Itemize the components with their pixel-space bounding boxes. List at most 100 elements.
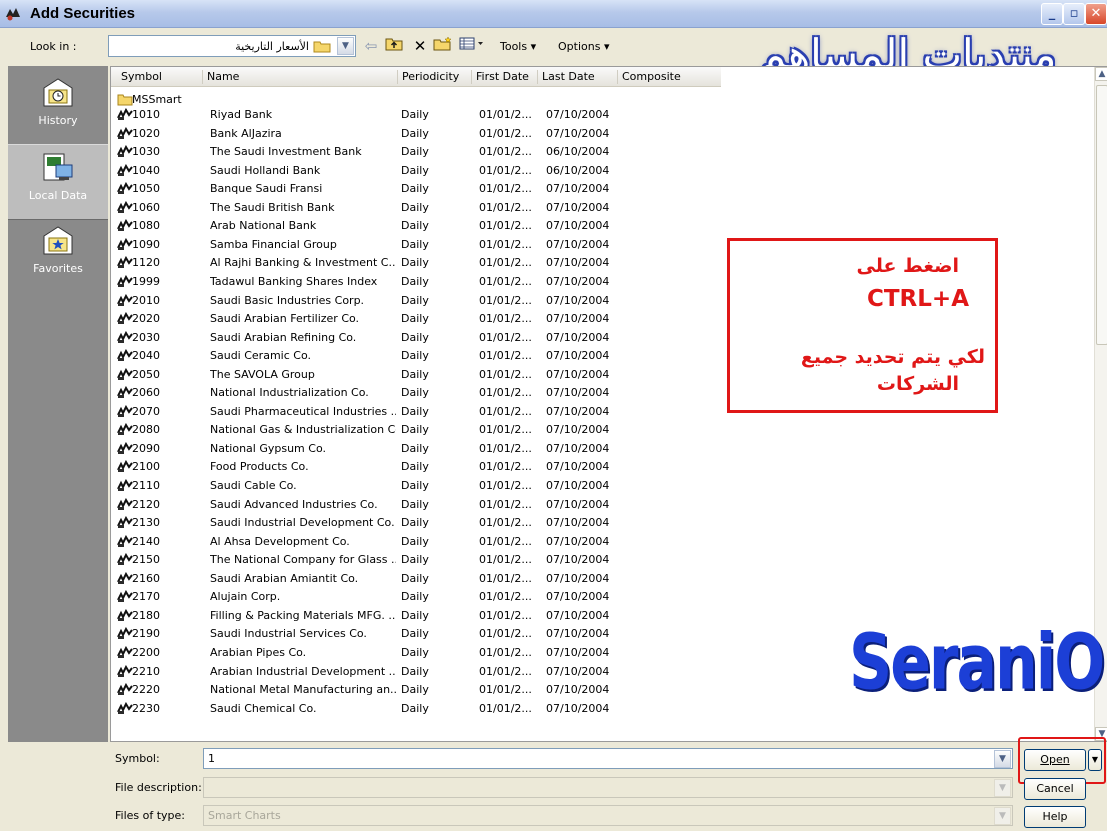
table-row[interactable]: 1999 Tadawul Banking Shares Index Daily 01/… [111, 274, 721, 289]
tools-menu[interactable]: Tools ▾ [500, 40, 536, 53]
table-row[interactable]: 2200 Arabian Pipes Co. Daily 01/01/2... 07/1… [111, 645, 721, 660]
favorites-icon [43, 226, 73, 255]
table-row[interactable]: 2180 Filling & Packing Materials MFG. ...… [111, 608, 721, 623]
table-row[interactable]: 2030 Saudi Arabian Refining Co. Daily 01/01… [111, 330, 721, 345]
table-row[interactable]: 2070 Saudi Pharmaceutical Industries ... D… [111, 404, 721, 419]
table-row[interactable]: 2110 Saudi Cable Co. Daily 01/01/2... 07/10/… [111, 478, 721, 493]
table-row[interactable]: 1030 The Saudi Investment Bank Daily 01/01/… [111, 144, 721, 159]
cell-symbol: 1030 [132, 145, 160, 159]
maximize-button[interactable]: ▫ [1063, 3, 1085, 25]
instruction-callout: اضغط على CTRL+A لكي يتم تحديد جميع الشرك… [727, 238, 998, 413]
table-row[interactable]: 2050 The SAVOLA Group Daily 01/01/2... 07/10… [111, 367, 721, 382]
col-symbol[interactable]: Symbol [111, 70, 203, 84]
symbol-input[interactable]: 1 ▼ [203, 748, 1013, 769]
table-row[interactable]: 2170 Alujain Corp. Daily 01/01/2... 07/10/20… [111, 589, 721, 604]
chevron-down-icon[interactable]: ▼ [337, 37, 354, 55]
help-button[interactable]: Help [1024, 806, 1086, 828]
table-row[interactable]: 2100 Food Products Co. Daily 01/01/2... 07/1… [111, 459, 721, 474]
col-composite[interactable]: Composite [618, 70, 721, 84]
options-menu[interactable]: Options ▾ [558, 40, 609, 53]
table-row[interactable]: 2090 National Gypsum Co. Daily 01/01/2... 07… [111, 441, 721, 456]
cell-name: The Saudi Investment Bank [210, 145, 362, 159]
col-name[interactable]: Name [203, 70, 398, 84]
cell-last: 07/10/2004 [546, 441, 610, 455]
app-icon [6, 8, 20, 21]
cell-last: 07/10/2004 [546, 683, 610, 697]
table-row[interactable]: 2140 Al Ahsa Development Co. Daily 01/01/2.… [111, 534, 721, 549]
cell-periodicity: Daily [401, 497, 429, 511]
table-row[interactable]: 1080 Arab National Bank Daily 01/01/2... 07/… [111, 218, 721, 233]
cell-first: 01/01/2... [479, 479, 532, 492]
table-row[interactable]: 2150 The National Company for Glass ... Da… [111, 552, 721, 567]
cell-name: Saudi Pharmaceutical Industries ... [210, 404, 396, 418]
col-periodicity[interactable]: Periodicity [398, 70, 472, 84]
cell-first: 01/01/2... [479, 441, 532, 455]
cell-symbol: 2100 [132, 460, 160, 474]
up-folder-icon[interactable] [384, 36, 404, 56]
place-favorites[interactable]: Favorites [8, 218, 108, 294]
table-row[interactable]: 2160 Saudi Arabian Amiantit Co. Daily 01/01… [111, 571, 721, 586]
cancel-button[interactable]: Cancel [1024, 778, 1086, 800]
table-row[interactable]: 2190 Saudi Industrial Services Co. Daily 01… [111, 626, 721, 641]
back-arrow-icon[interactable]: ⇦ [362, 36, 380, 56]
table-row[interactable]: 2080 National Gas & Industrialization Co.… [111, 422, 721, 437]
security-icon [117, 423, 133, 436]
window-title: Add Securities [30, 5, 136, 22]
folder-row[interactable]: MSSmart [111, 92, 721, 107]
table-row[interactable]: 1020 Bank AlJazira Daily 01/01/2... 07/10/20… [111, 126, 721, 141]
place-history[interactable]: History [8, 70, 108, 146]
files-of-type-value: Smart Charts [208, 809, 281, 822]
security-icon [117, 479, 133, 491]
cell-periodicity: Daily [401, 126, 429, 140]
views-menu-icon[interactable] [458, 36, 488, 56]
new-folder-icon[interactable] [432, 36, 454, 56]
scroll-thumb[interactable] [1096, 85, 1107, 345]
table-row[interactable]: 1120 Al Rajhi Banking & Investment C... Da… [111, 255, 721, 270]
col-first-date[interactable]: First Date [472, 70, 538, 84]
table-row[interactable]: 2020 Saudi Arabian Fertilizer Co. Daily 01/… [111, 311, 721, 326]
table-row[interactable]: 2220 National Metal Manufacturing an... Da… [111, 682, 721, 697]
cell-symbol: 2140 [132, 534, 160, 548]
chevron-down-icon[interactable]: ▼ [994, 807, 1011, 825]
security-icon [117, 608, 133, 621]
cell-last: 07/10/2004 [546, 701, 610, 715]
cell-periodicity: Daily [401, 627, 429, 641]
cell-first: 01/01/2... [479, 553, 532, 567]
cell-last: 07/10/2004 [546, 312, 610, 326]
table-row[interactable]: 1050 Banque Saudi Fransi Daily 01/01/2... 07… [111, 181, 721, 196]
col-last-date[interactable]: Last Date [538, 70, 618, 84]
scroll-up-icon[interactable]: ▲ [1095, 67, 1107, 81]
chevron-down-icon[interactable]: ▼ [994, 750, 1011, 768]
brand-watermark: SeraniO [849, 618, 1105, 708]
security-icon [117, 108, 133, 120]
table-row[interactable]: 2010 Saudi Basic Industries Corp. Daily 01/… [111, 293, 721, 308]
cell-first: 01/01/2... [479, 182, 532, 196]
table-row[interactable]: 1010 Riyad Bank Daily 01/01/2... 07/10/2004 [111, 107, 721, 122]
table-row[interactable]: 1040 Saudi Hollandi Bank Daily 01/01/2... 06… [111, 163, 721, 178]
cell-symbol: 1050 [132, 182, 160, 196]
place-local-data[interactable]: Local Data [8, 144, 108, 220]
table-row[interactable]: 2040 Saudi Ceramic Co. Daily 01/01/2... 07/1… [111, 348, 721, 363]
security-icon [117, 256, 133, 269]
files-of-type-select[interactable]: Smart Charts ▼ [203, 805, 1013, 826]
close-button[interactable]: ✕ [1085, 3, 1107, 25]
cell-symbol: 2180 [132, 608, 160, 622]
cell-first: 01/01/2... [479, 386, 532, 400]
table-row[interactable]: 2230 Saudi Chemical Co. Daily 01/01/2... 07/… [111, 701, 721, 716]
table-row[interactable]: 2130 Saudi Industrial Development Co. Dail… [111, 515, 721, 530]
symbol-label: Symbol: [115, 752, 160, 765]
table-row[interactable]: 1060 The Saudi British Bank Daily 01/01/2..… [111, 200, 721, 215]
open-dropdown-icon[interactable]: ▼ [1088, 749, 1102, 771]
cell-name: Filling & Packing Materials MFG. ... [210, 608, 396, 622]
table-row[interactable]: 2120 Saudi Advanced Industries Co. Daily 01… [111, 497, 721, 512]
table-row[interactable]: 1090 Samba Financial Group Daily 01/01/2...… [111, 237, 721, 252]
delete-icon[interactable]: ✕ [410, 36, 430, 56]
cell-symbol: 1120 [132, 256, 160, 270]
table-row[interactable]: 2060 National Industrialization Co. Daily 0… [111, 385, 721, 400]
open-button[interactable]: Open [1024, 749, 1086, 771]
minimize-button[interactable]: _ [1041, 3, 1063, 25]
cell-periodicity: Daily [401, 571, 429, 585]
look-in-dropdown[interactable]: الأسعار التاريخية ▼ [108, 35, 356, 57]
cell-last: 07/10/2004 [546, 237, 610, 251]
table-row[interactable]: 2210 Arabian Industrial Development ... Da… [111, 664, 721, 679]
